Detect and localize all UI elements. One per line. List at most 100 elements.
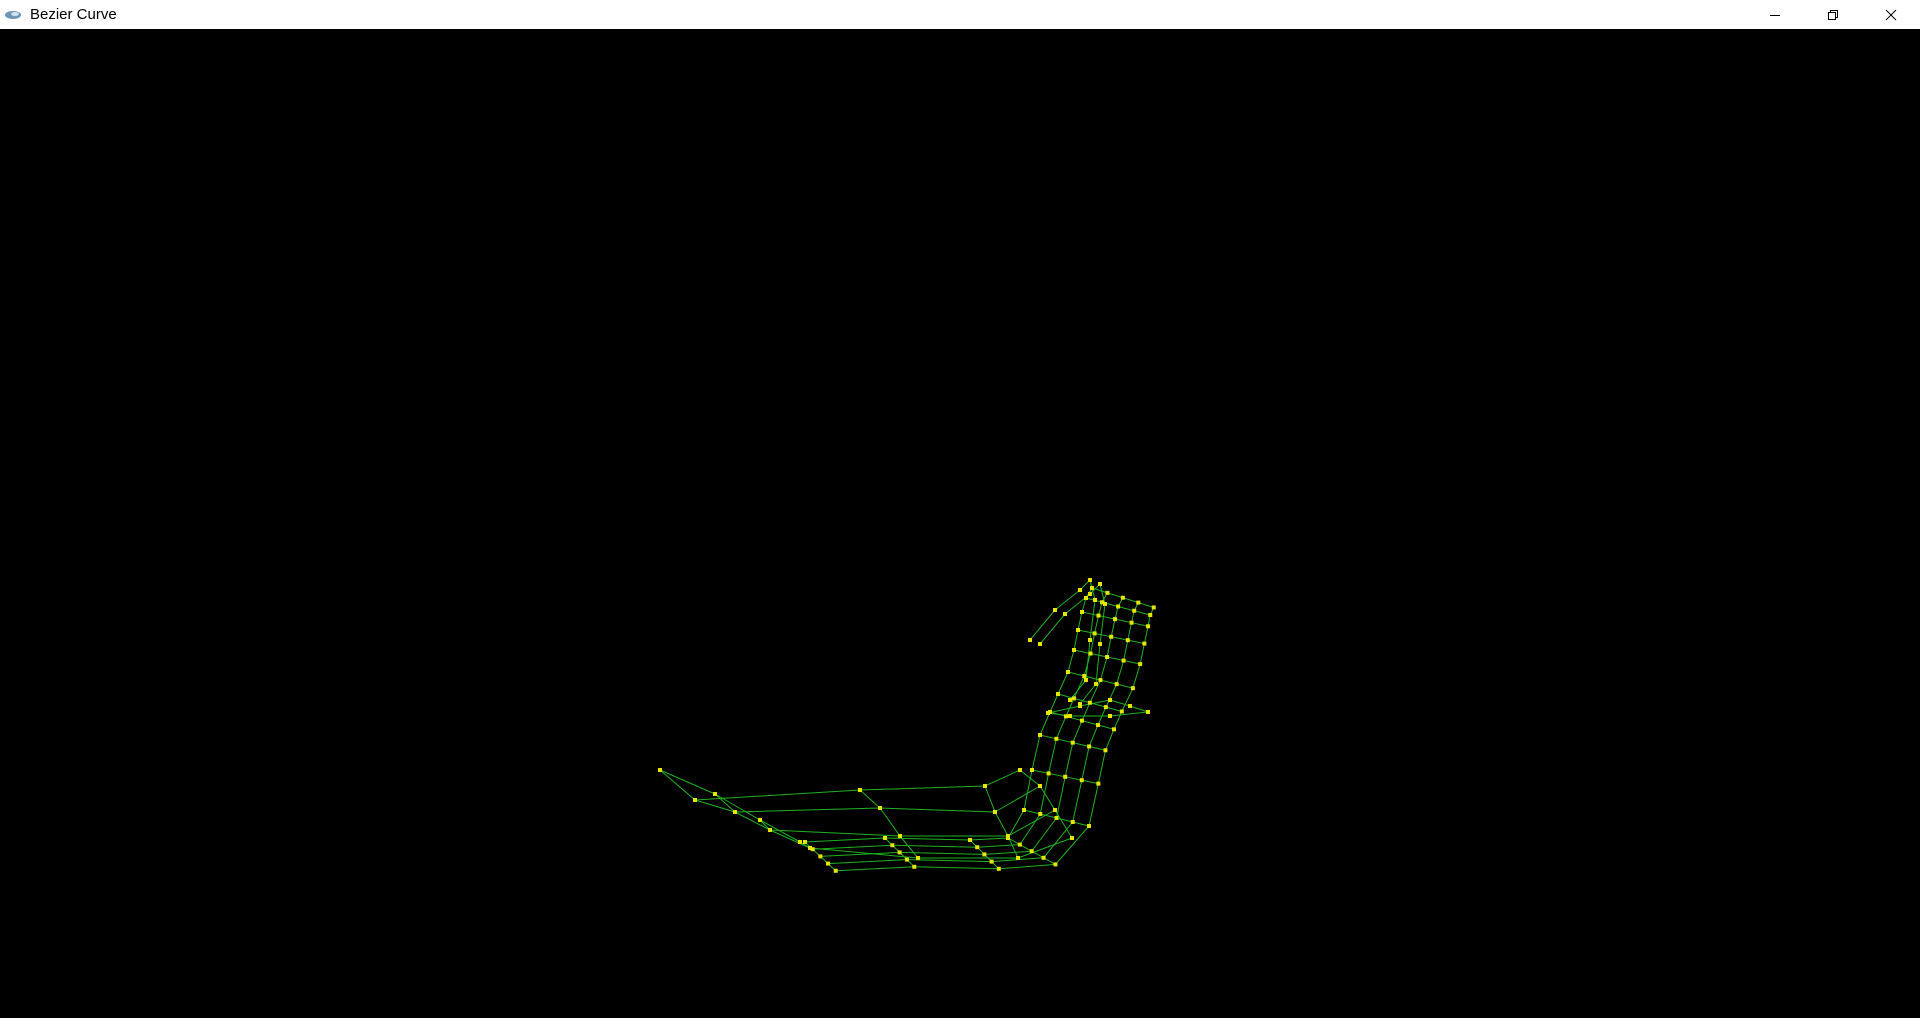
wire-segment (859, 785, 986, 791)
wire-segment (835, 866, 915, 872)
control-point (1038, 733, 1042, 737)
control-point (1116, 604, 1121, 609)
control-point (1063, 612, 1067, 616)
close-button[interactable] (1862, 0, 1920, 29)
control-point (693, 798, 697, 802)
control-point (733, 810, 737, 814)
control-point (1080, 610, 1084, 614)
title-bar[interactable]: Bezier Curve (0, 0, 1920, 29)
control-point (1068, 698, 1072, 702)
control-point (898, 834, 902, 838)
control-point (1063, 714, 1068, 719)
wire-segment (1094, 615, 1100, 634)
wire-segment (1049, 693, 1059, 713)
control-point (1121, 658, 1126, 663)
wire-segment (1072, 780, 1083, 823)
wire-segment (1143, 626, 1149, 644)
control-point (1068, 714, 1072, 718)
control-point (1088, 651, 1093, 656)
wire-segment (1055, 716, 1067, 740)
render-viewport[interactable] (0, 29, 1920, 1018)
restore-icon (1828, 9, 1838, 20)
wire-segment (1114, 618, 1132, 624)
wire-segment (1047, 705, 1081, 714)
control-point (1108, 714, 1112, 718)
wire-segment (1007, 809, 1025, 839)
control-point (878, 806, 882, 810)
wire-segment (1138, 602, 1154, 608)
wire-segment (1040, 813, 1057, 819)
wire-segment (769, 829, 901, 837)
control-point (1038, 811, 1043, 816)
control-point (1128, 704, 1132, 708)
control-point (1129, 620, 1134, 625)
control-point (968, 838, 972, 842)
control-point (1151, 605, 1156, 610)
wire-segment (1117, 606, 1135, 612)
wire-segment (1057, 671, 1069, 695)
control-point (1138, 662, 1143, 667)
wire-segment (659, 769, 696, 801)
control-point (1098, 582, 1102, 586)
wire-segment (1123, 660, 1141, 665)
control-point (1103, 705, 1108, 710)
wire-segment (1081, 779, 1099, 785)
control-point (1087, 744, 1092, 749)
wire-segment (1039, 734, 1057, 740)
wire-segment (1127, 622, 1133, 641)
control-point (1108, 698, 1112, 702)
control-point (810, 847, 815, 852)
wire-segment (1072, 720, 1083, 743)
wire-segment (1094, 632, 1112, 638)
wire-segment (1054, 589, 1081, 611)
wire-segment (1111, 636, 1128, 641)
control-point (996, 866, 1001, 871)
control-point (1041, 855, 1046, 860)
wire-segment (1056, 776, 1066, 819)
control-point (912, 864, 917, 869)
wire-segment (899, 835, 919, 859)
wire-segment (1065, 776, 1082, 781)
wire-segment (899, 851, 985, 855)
control-point (1046, 711, 1050, 715)
restore-button[interactable] (1804, 0, 1862, 29)
wire-segment (1056, 738, 1073, 744)
bezier-wireframe (658, 578, 1156, 873)
wire-segment (892, 844, 978, 848)
control-point (858, 788, 862, 792)
minimize-button[interactable] (1746, 0, 1804, 29)
control-point (1056, 692, 1060, 696)
wire-segment (1123, 640, 1129, 661)
wire-segment (1081, 746, 1090, 781)
wire-segment (984, 785, 996, 813)
control-point (1079, 778, 1084, 783)
wire-segment (1088, 783, 1099, 827)
wire-segment (1039, 613, 1066, 645)
wire-segment (1088, 724, 1099, 747)
wire-segment (1039, 773, 1050, 815)
control-point (1030, 768, 1034, 772)
control-point (1082, 674, 1087, 679)
wire-segment (994, 811, 1009, 837)
wire-segment (1023, 809, 1041, 815)
wire-segment (1099, 603, 1106, 645)
control-point (1096, 781, 1101, 786)
control-point (803, 840, 807, 844)
wire-segment (1048, 772, 1066, 778)
wire-segment (879, 807, 901, 837)
wire-segment (1090, 633, 1096, 654)
control-point (1078, 702, 1082, 706)
control-point (1103, 748, 1108, 753)
window-controls (1746, 0, 1920, 29)
app-logo-icon (4, 8, 24, 22)
wire-segment (694, 789, 861, 801)
wire-segment (1031, 769, 1049, 774)
control-point (1054, 736, 1059, 741)
control-point (798, 840, 802, 844)
control-point (1095, 722, 1100, 727)
wire-segment (1105, 706, 1122, 712)
wire-segment (984, 769, 1021, 787)
wire-segment (1105, 729, 1115, 751)
control-point (1063, 774, 1068, 779)
control-point (1088, 638, 1092, 642)
